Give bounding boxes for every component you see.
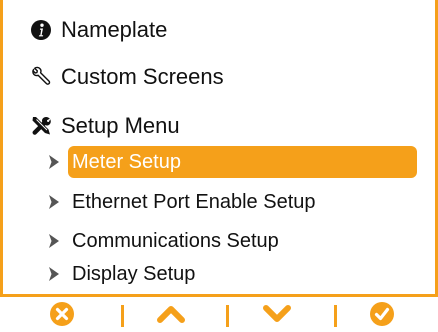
- menu-item-label: Custom Screens: [61, 64, 224, 89]
- cancel-button[interactable]: [47, 301, 77, 331]
- menu-item-nameplate[interactable]: Nameplate: [3, 10, 167, 50]
- menu-item-label: Setup Menu: [61, 113, 180, 138]
- submenu-item-communications-setup[interactable]: Communications Setup: [3, 225, 287, 257]
- menu-item-label: Nameplate: [61, 17, 168, 42]
- tools-icon: [30, 115, 52, 137]
- chevron-right-icon: [48, 195, 60, 209]
- cancel-icon: [49, 301, 75, 332]
- wrench-icon: [30, 66, 52, 88]
- down-button[interactable]: [262, 301, 292, 331]
- submenu-item-label: Ethernet Port Enable Setup: [72, 190, 316, 213]
- menu-item-custom-screens[interactable]: Custom Screens: [3, 57, 224, 97]
- chevron-right-icon: [48, 155, 60, 169]
- chevron-right-icon: [48, 234, 60, 248]
- submenu-item-label: Meter Setup: [68, 146, 417, 178]
- ok-button[interactable]: [367, 301, 397, 331]
- button-divider: [334, 305, 337, 327]
- submenu-item-display-setup[interactable]: Display Setup: [3, 258, 203, 290]
- submenu-item-meter-setup[interactable]: Meter Setup: [3, 146, 417, 178]
- submenu-item-ethernet-port-enable-setup[interactable]: Ethernet Port Enable Setup: [3, 186, 324, 218]
- chevron-down-icon: [263, 304, 291, 329]
- submenu-item-label: Display Setup: [72, 262, 196, 285]
- chevron-up-icon: [157, 304, 185, 329]
- softkey-bar: [0, 294, 438, 332]
- menu-item-setup-menu[interactable]: Setup Menu: [3, 106, 180, 146]
- up-button[interactable]: [156, 301, 186, 331]
- meter-display-screen: Nameplate Custom Screens Setup Menu Mete…: [0, 0, 438, 332]
- submenu-item-label: Communications Setup: [72, 229, 279, 252]
- check-icon: [369, 301, 395, 332]
- info-icon: [30, 19, 52, 41]
- chevron-right-icon: [48, 267, 60, 281]
- button-divider: [121, 305, 124, 327]
- button-divider: [226, 305, 229, 327]
